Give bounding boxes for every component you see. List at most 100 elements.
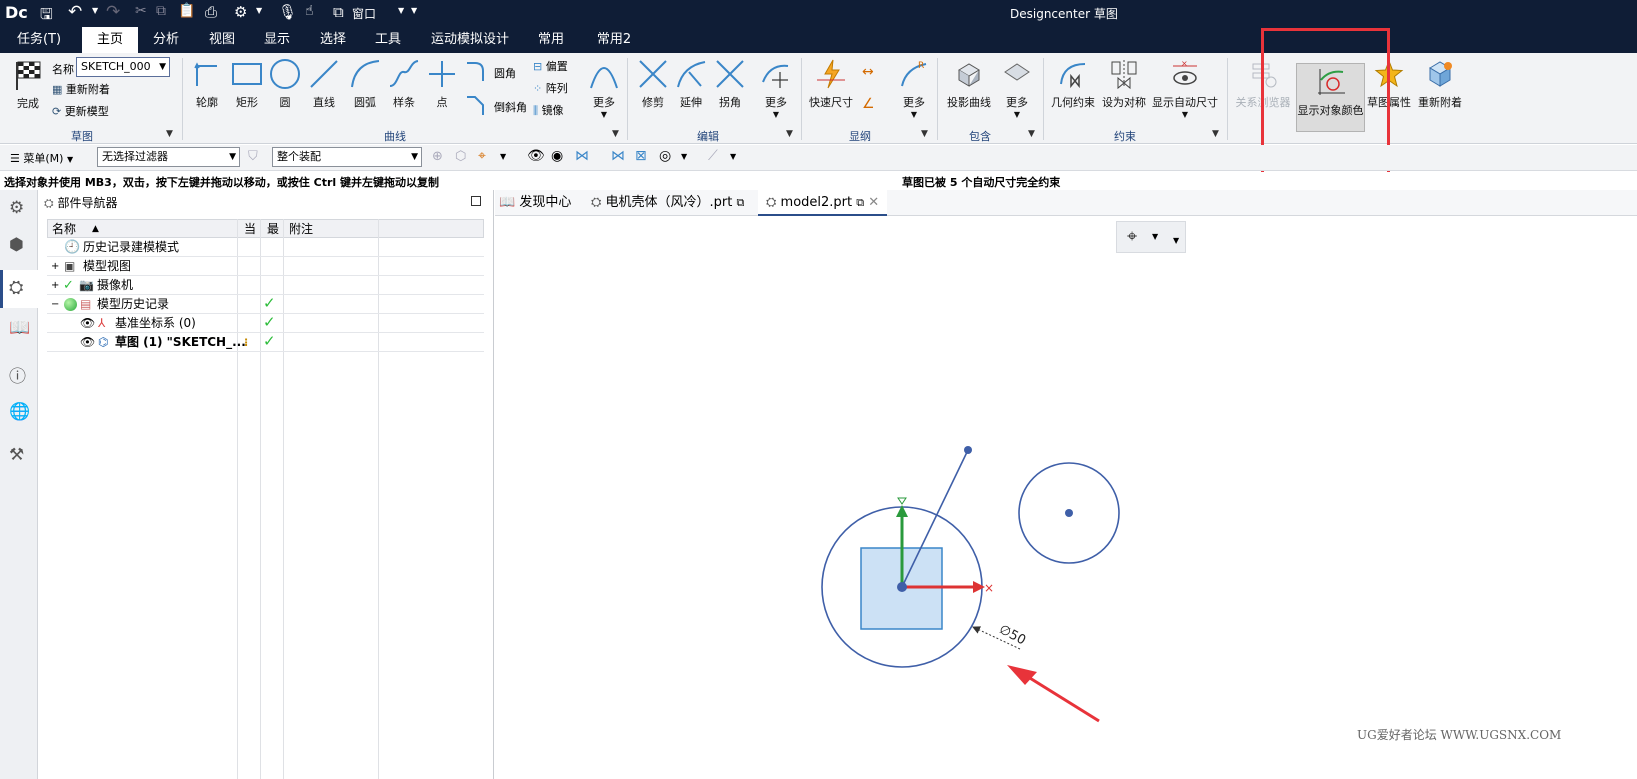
window-menu[interactable]: 窗口 [352, 5, 376, 22]
tab-home[interactable]: 主页 [82, 27, 138, 53]
print-icon[interactable]: ⎙ [205, 3, 217, 21]
finish-sketch-button[interactable]: 完成 [8, 58, 48, 111]
offset-button[interactable]: ⊟ 偏置 [533, 58, 568, 74]
window-dropdown-icon[interactable]: ▼ [398, 6, 404, 15]
view-constraint-icon[interactable]: ⋈ [575, 148, 589, 164]
tree-row-sketch[interactable]: 👁 ⌬ 草图 (1) "SKETCH_... ⁝ ✓ [47, 332, 484, 352]
tab-select[interactable]: 选择 [309, 27, 357, 53]
make-symmetric-button[interactable]: 设为对称 [1100, 58, 1148, 110]
edit-more-button[interactable]: 更多 ▼ [757, 58, 795, 119]
profile-button[interactable]: 轮廓 [190, 58, 224, 110]
reattach-small-button[interactable]: ▦ 重新附着 [52, 81, 110, 97]
undo-icon[interactable]: ↶ [68, 2, 82, 22]
assembly-scope-select[interactable]: 整个装配 ▼ [272, 147, 422, 167]
expand-icon[interactable]: + [51, 257, 59, 276]
selection-filter-select[interactable]: 无选择过滤器 ▼ [97, 147, 240, 167]
angular-dimension-icon[interactable]: ∠ [862, 96, 875, 112]
part-navigator-tab[interactable]: ⛭ [0, 270, 38, 308]
geometric-constraint-button[interactable]: 几何约束 [1050, 58, 1096, 110]
touch-icon[interactable]: ☝ [305, 3, 314, 19]
select-feature-icon[interactable]: ⊕ [432, 149, 443, 164]
line-endpoint[interactable] [964, 446, 972, 454]
tab-common[interactable]: 常用 [527, 27, 575, 53]
microphone-icon[interactable]: 🎙 [278, 3, 297, 21]
gear-icon[interactable]: ⚙ [234, 3, 247, 21]
settings-icon[interactable]: ⚙ [9, 198, 24, 218]
show-auto-dimension-button[interactable]: × 显示自动尺寸 ▼ [1150, 58, 1220, 119]
group-edit-dropdown-icon[interactable]: ▼ [786, 129, 793, 139]
tree-row-history-mode[interactable]: 🕘 历史记录建模模式 [47, 238, 484, 257]
redo-icon[interactable]: ↷ [106, 2, 120, 22]
tree-row-model-history[interactable]: − ▤ 模型历史记录 ✓ [47, 294, 484, 314]
cut-icon[interactable]: ✂ [135, 3, 147, 19]
tab-view[interactable]: 视图 [198, 27, 246, 53]
small-circle-center[interactable] [1065, 509, 1073, 517]
customize-icon[interactable]: ▼ [411, 6, 417, 15]
tab-common2[interactable]: 常用2 [583, 27, 645, 53]
eye-icon[interactable]: 👁 [527, 148, 545, 164]
column-current[interactable]: 当 [244, 220, 256, 238]
maximize-icon[interactable] [471, 196, 481, 206]
arc-button[interactable]: 圆弧 [347, 58, 383, 110]
fillet-button[interactable]: 圆角 [465, 60, 525, 82]
linear-dimension-icon[interactable]: ↔ [862, 64, 874, 80]
point-button[interactable]: 点 [425, 58, 459, 110]
select-body-icon[interactable]: ⬡ [455, 149, 466, 164]
reuse-library-icon[interactable]: 📖 [9, 318, 30, 338]
tab-motor-housing[interactable]: ⛭ 电机壳体（风冷）.prt ⧉ [591, 190, 744, 216]
include-more-button[interactable]: 更多 ▼ [999, 58, 1035, 119]
dimension-more-button[interactable]: R 更多 ▼ [896, 58, 932, 119]
sketch-name-select[interactable]: SKETCH_000 ▼ [76, 57, 170, 77]
rectangle-button[interactable]: 矩形 [229, 58, 265, 110]
chevron-down-icon[interactable]: ▼ [730, 152, 736, 161]
copy-icon[interactable]: ⧉ [156, 3, 166, 19]
tab-task[interactable]: 任务(T) [8, 27, 70, 53]
tab-discovery-center[interactable]: 📖 发现中心 [499, 190, 571, 216]
group-include-dropdown-icon[interactable]: ▼ [1028, 129, 1035, 139]
mirror-button[interactable]: ⫼ 镜像 [533, 102, 564, 118]
column-comments[interactable]: 附注 [289, 220, 313, 238]
pattern-button[interactable]: ⁘ 阵列 [533, 80, 568, 96]
tab-tools[interactable]: 工具 [364, 27, 412, 53]
circle-button[interactable]: 圆 [268, 58, 302, 110]
info-icon[interactable]: ⓘ [9, 362, 26, 387]
trim-button[interactable]: 修剪 [635, 58, 671, 110]
reattach-button[interactable]: 重新附着 [1414, 58, 1466, 110]
undo-dropdown-icon[interactable]: ▼ [92, 6, 98, 15]
sort-ascending-icon[interactable]: ▲ [92, 220, 99, 238]
diameter-dimension[interactable]: ∅50 [996, 622, 1028, 648]
tab-display[interactable]: 显示 [253, 27, 301, 53]
tree-row-model-views[interactable]: + ▣ 模型视图 [47, 257, 484, 276]
rapid-dimension-button[interactable]: 快速尺寸 [807, 58, 855, 110]
chamfer-button[interactable]: 倒斜角 [465, 94, 529, 116]
group-sketch-dropdown-icon[interactable]: ▼ [166, 129, 173, 139]
column-latest[interactable]: 最 [267, 220, 279, 238]
menu-button[interactable]: ☰ 菜单(M) ▼ [10, 150, 73, 166]
group-dimension-dropdown-icon[interactable]: ▼ [921, 129, 928, 139]
group-constraint-dropdown-icon[interactable]: ▼ [1212, 129, 1219, 139]
tab-model2[interactable]: ⛭ model2.prt ⧉ ✕ [758, 190, 888, 216]
paste-icon[interactable]: 📋 [178, 3, 195, 19]
group-curve-dropdown-icon[interactable]: ▼ [612, 129, 619, 139]
chevron-down-icon[interactable]: ▼ [681, 152, 687, 161]
curve-rule-icon[interactable]: ⟋ [708, 148, 718, 164]
assembly-navigator-icon[interactable]: ⬢ [9, 235, 24, 255]
tree-row-datum-csys[interactable]: 👁 ⅄ 基准坐标系 (0) ✓ [47, 313, 484, 333]
filter-funnel-icon[interactable]: ⛉ [248, 149, 258, 164]
expand-icon[interactable]: + [51, 276, 59, 295]
gear-dropdown-icon[interactable]: ▼ [256, 6, 262, 15]
tree-row-cameras[interactable]: + ✓ 📷 摄像机 [47, 276, 484, 295]
window-icon[interactable]: ⧉ [333, 3, 344, 21]
snap-point-icon[interactable]: ⌖ [478, 148, 486, 164]
web-browser-icon[interactable]: 🌐 [9, 402, 30, 422]
project-curve-button[interactable]: 投影曲线 [944, 58, 994, 110]
tools-icon[interactable]: ⚒ [9, 445, 24, 465]
curve-more-button[interactable]: 更多 ▼ [586, 58, 622, 119]
corner-button[interactable]: 拐角 [712, 58, 748, 110]
tab-analysis[interactable]: 分析 [142, 27, 190, 53]
update-model-button[interactable]: ⟳ 更新模型 [52, 103, 109, 119]
eye-icon[interactable]: 👁 [80, 333, 95, 352]
tab-motion-simulation[interactable]: 运动模拟设计 [420, 27, 520, 53]
show-constraint-icon[interactable]: ◎ [659, 148, 671, 164]
spline-button[interactable]: 样条 [386, 58, 422, 110]
